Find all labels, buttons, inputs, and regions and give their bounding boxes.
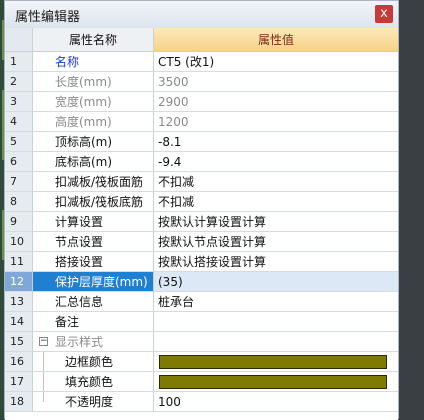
window-title: 属性编辑器: [15, 10, 81, 25]
property-value[interactable]: [154, 312, 398, 332]
property-value[interactable]: CT5 (改1): [154, 52, 398, 72]
property-value[interactable]: -9.4: [154, 152, 398, 172]
color-field-border[interactable]: [154, 352, 398, 372]
property-name: 不透明度: [33, 392, 154, 412]
row-number: 12: [5, 272, 33, 292]
table-row[interactable]: 17 填充颜色: [5, 372, 398, 392]
row-number: 9: [5, 212, 33, 232]
property-value[interactable]: 3500: [154, 72, 398, 92]
property-value[interactable]: 1200: [154, 112, 398, 132]
row-number: 18: [5, 392, 33, 412]
property-value[interactable]: -8.1: [154, 132, 398, 152]
property-label: 边框颜色: [65, 355, 114, 369]
property-name: 底标高(m): [33, 152, 154, 172]
table-row[interactable]: 18 不透明度 100: [5, 392, 398, 412]
tree-line: [43, 392, 44, 402]
property-name: 宽度(mm): [33, 92, 154, 112]
table-row[interactable]: 1 名称 CT5 (改1): [5, 52, 398, 72]
property-name: 扣减板/筏板底筋: [33, 192, 154, 212]
property-name: 搭接设置: [33, 252, 154, 272]
row-number: 14: [5, 312, 33, 332]
tree-line: [43, 372, 44, 391]
property-value[interactable]: 按默认搭接设置计算: [154, 252, 398, 272]
row-number: 5: [5, 132, 33, 152]
row-number: 6: [5, 152, 33, 172]
property-group-name: − 显示样式: [33, 332, 154, 352]
property-grid: 属性名称 属性值 1 名称 CT5 (改1) 2 长度(mm) 3500 3 宽…: [5, 28, 398, 420]
property-value[interactable]: 按默认计算设置计算: [154, 212, 398, 232]
row-number: 11: [5, 252, 33, 272]
property-value: [154, 332, 398, 352]
column-header-name[interactable]: 属性名称: [33, 28, 154, 52]
color-field-fill[interactable]: [154, 372, 398, 392]
property-name: 备注: [33, 312, 154, 332]
table-row[interactable]: 7 扣减板/筏板面筋 不扣减: [5, 172, 398, 192]
table-row[interactable]: 10 节点设置 按默认节点设置计算: [5, 232, 398, 252]
property-value[interactable]: 不扣减: [154, 192, 398, 212]
row-number: 7: [5, 172, 33, 192]
row-number: 16: [5, 352, 33, 372]
property-name: 名称: [33, 52, 154, 72]
property-label: 不透明度: [65, 395, 114, 409]
property-value[interactable]: 不扣减: [154, 172, 398, 192]
header-corner: [5, 28, 33, 52]
color-swatch[interactable]: [159, 375, 387, 389]
property-editor-window: 属性编辑器 x 属性名称 属性值 1 名称 CT5 (改1) 2 长度(mm) …: [4, 0, 399, 420]
row-number: 17: [5, 372, 33, 392]
table-row-selected[interactable]: 12 保护层厚度(mm) (35): [5, 272, 398, 292]
property-value-input[interactable]: (35): [154, 272, 398, 292]
row-number: 15: [5, 332, 33, 352]
grid-header: 属性名称 属性值: [5, 28, 398, 52]
property-value[interactable]: 100: [154, 392, 398, 412]
table-row[interactable]: 16 边框颜色: [5, 352, 398, 372]
property-name: 填充颜色: [33, 372, 154, 392]
tree-line: [43, 352, 44, 371]
row-number: 8: [5, 192, 33, 212]
table-row[interactable]: 14 备注: [5, 312, 398, 332]
property-value[interactable]: 桩承台: [154, 292, 398, 312]
table-row-group[interactable]: 15 − 显示样式: [5, 332, 398, 352]
property-name: 节点设置: [33, 232, 154, 252]
property-name: 边框颜色: [33, 352, 154, 372]
color-swatch[interactable]: [159, 355, 387, 369]
table-row[interactable]: 4 高度(mm) 1200: [5, 112, 398, 132]
table-row[interactable]: 11 搭接设置 按默认搭接设置计算: [5, 252, 398, 272]
table-row[interactable]: 6 底标高(m) -9.4: [5, 152, 398, 172]
column-header-value[interactable]: 属性值: [154, 28, 398, 52]
property-name: 顶标高(m): [33, 132, 154, 152]
table-row[interactable]: 13 汇总信息 桩承台: [5, 292, 398, 312]
row-number: 13: [5, 292, 33, 312]
property-name: 计算设置: [33, 212, 154, 232]
row-number: 10: [5, 232, 33, 252]
property-name: 高度(mm): [33, 112, 154, 132]
table-row[interactable]: 5 顶标高(m) -8.1: [5, 132, 398, 152]
property-label: 填充颜色: [65, 375, 114, 389]
property-value[interactable]: 2900: [154, 92, 398, 112]
collapse-icon[interactable]: −: [39, 337, 48, 346]
property-name: 扣减板/筏板面筋: [33, 172, 154, 192]
property-name: 长度(mm): [33, 72, 154, 92]
table-row[interactable]: 3 宽度(mm) 2900: [5, 92, 398, 112]
property-name: 保护层厚度(mm): [33, 272, 154, 292]
row-number: 2: [5, 72, 33, 92]
row-number: 4: [5, 112, 33, 132]
group-label: 显示样式: [55, 335, 104, 349]
row-number: 1: [5, 52, 33, 72]
table-row[interactable]: 2 长度(mm) 3500: [5, 72, 398, 92]
property-value[interactable]: 按默认节点设置计算: [154, 232, 398, 252]
table-row[interactable]: 8 扣减板/筏板底筋 不扣减: [5, 192, 398, 212]
close-icon[interactable]: x: [375, 5, 393, 23]
row-number: 3: [5, 92, 33, 112]
table-row[interactable]: 9 计算设置 按默认计算设置计算: [5, 212, 398, 232]
title-bar[interactable]: 属性编辑器 x: [5, 1, 398, 29]
property-name: 汇总信息: [33, 292, 154, 312]
